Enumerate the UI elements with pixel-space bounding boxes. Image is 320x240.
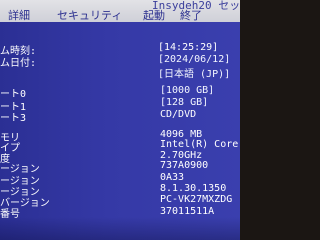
screen-shade bbox=[0, 217, 240, 240]
system-date-label: ム日付: bbox=[0, 58, 37, 69]
me-version-value: 8.1.30.1350 bbox=[160, 183, 227, 194]
menu-tab-exit[interactable]: 終了 bbox=[180, 7, 202, 22]
sata-port0-value[interactable]: [1000 GB] bbox=[160, 85, 214, 96]
menu-tab-boot[interactable]: 起動 bbox=[143, 7, 165, 22]
system-date-field[interactable]: [2024/06/12] bbox=[158, 54, 230, 65]
bios-setup-screen: Insydeh20 セットアップ 詳細 セキュリティ 起動 終了 ム時刻: ム日… bbox=[0, 0, 240, 240]
sata-port3-value: CD/DVD bbox=[160, 109, 197, 120]
cpu-type-value: Intel(R) Core( bbox=[160, 139, 240, 150]
menu-tab-advanced[interactable]: 詳細 bbox=[8, 7, 30, 22]
sata-port1-value[interactable]: [128 GB] bbox=[160, 97, 208, 108]
system-time-field[interactable]: [14:25:29] bbox=[158, 42, 218, 53]
model-number-value: PC-VK27MXZDG bbox=[160, 194, 233, 205]
main-settings-panel: ム時刻: ム日付: ート0 ート1 ート3 モリ イプ 度 ージョン ージョン … bbox=[0, 22, 240, 240]
bios-version-value: 737A0900 bbox=[160, 160, 209, 171]
sata-port3-label: ート3 bbox=[0, 113, 27, 124]
menu-tab-security[interactable]: セキュリティ bbox=[57, 7, 122, 22]
serial-number-value: 37011511A bbox=[160, 206, 215, 217]
language-select[interactable]: [日本語 (JP)] bbox=[158, 65, 230, 80]
ec-version-value: 0A33 bbox=[160, 172, 185, 183]
bios-menu-bar: Insydeh20 セットアップ 詳細 セキュリティ 起動 終了 bbox=[0, 0, 240, 22]
